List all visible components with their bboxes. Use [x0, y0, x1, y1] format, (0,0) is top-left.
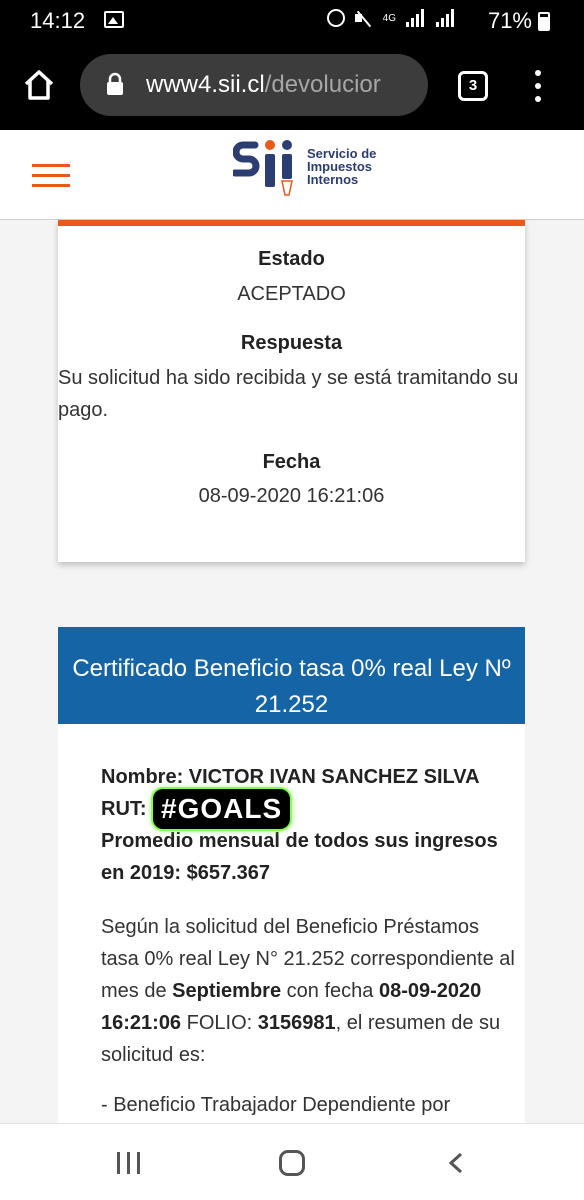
system-nav-bar — [0, 1123, 584, 1200]
home-nav-icon[interactable] — [279, 1150, 305, 1176]
recents-icon[interactable] — [117, 1152, 141, 1174]
rut-label: RUT: — [101, 798, 147, 820]
estado-label: Estado — [258, 248, 325, 270]
url-host: www4.sii.cl — [146, 71, 265, 98]
alarm-icon — [326, 9, 345, 27]
logo-line: Internos — [307, 172, 359, 187]
certificate-card: Certificado Beneficio tasa 0% real Ley N… — [58, 627, 525, 1147]
address-bar[interactable]: www4.sii.cl/devolucior — [80, 54, 428, 116]
logo-text: Servicio de Impuestos Internos — [307, 147, 376, 186]
back-icon[interactable] — [446, 1152, 466, 1174]
url-text: www4.sii.cl/devolucior — [146, 71, 381, 99]
respuesta-label: Respuesta — [240, 332, 343, 354]
certificate-title: Certificado Beneficio tasa 0% real Ley N… — [58, 627, 525, 724]
network-type: 4G — [382, 12, 396, 24]
home-icon[interactable] — [22, 68, 56, 102]
summary-paragraph: Según la solicitud del Beneficio Préstam… — [101, 911, 521, 1071]
sii-logo[interactable]: Servicio de Impuestos Internos — [231, 137, 393, 197]
mute-icon — [354, 9, 373, 27]
rut-line: RUT: #GOALS — [101, 789, 521, 829]
fecha-value: 08-09-2020 16:21:06 — [198, 485, 385, 507]
status-bar: 14:12 4G 71% — [0, 0, 584, 42]
summary-month: Septiembre — [172, 980, 282, 1002]
respuesta-value: Su solicitud ha sido recibida y se está … — [58, 367, 519, 421]
battery-icon — [538, 12, 550, 31]
status-card: Estado ACEPTADO Respuesta Su solicitud h… — [58, 220, 525, 562]
estado-value: ACEPTADO — [237, 283, 346, 305]
tab-switcher-button[interactable]: 3 — [458, 71, 488, 101]
battery-percent: 71% — [487, 8, 532, 33]
clock: 14:12 — [30, 8, 86, 33]
status-icons: 4G — [326, 9, 456, 27]
lock-icon — [107, 72, 123, 95]
certificate-body: Nombre: VICTOR IVAN SANCHEZ SILVA RUT: #… — [101, 761, 521, 1121]
sii-logo-mark — [231, 140, 293, 196]
signal-icon-2 — [436, 9, 456, 27]
goals-sticker: #GOALS — [153, 789, 291, 829]
more-menu-icon[interactable] — [530, 70, 546, 102]
card-accent-bar — [58, 220, 525, 226]
hamburger-menu-icon[interactable] — [32, 164, 70, 188]
benefit-item: - Beneficio Trabajador Dependiente por — [101, 1094, 451, 1116]
promedio-line: Promedio mensual de todos sus ingresos e… — [101, 830, 498, 884]
browser-toolbar: www4.sii.cl/devolucior 3 — [0, 42, 584, 130]
signal-icon — [406, 9, 426, 27]
fecha-label: Fecha — [262, 451, 321, 473]
site-header: Servicio de Impuestos Internos — [0, 130, 584, 220]
gallery-icon — [104, 11, 124, 28]
url-path: /devolucior — [264, 71, 381, 98]
summary-text: con fecha — [286, 980, 374, 1002]
summary-folio: 3156981 — [257, 1012, 336, 1034]
summary-text: FOLIO: — [186, 1012, 253, 1034]
